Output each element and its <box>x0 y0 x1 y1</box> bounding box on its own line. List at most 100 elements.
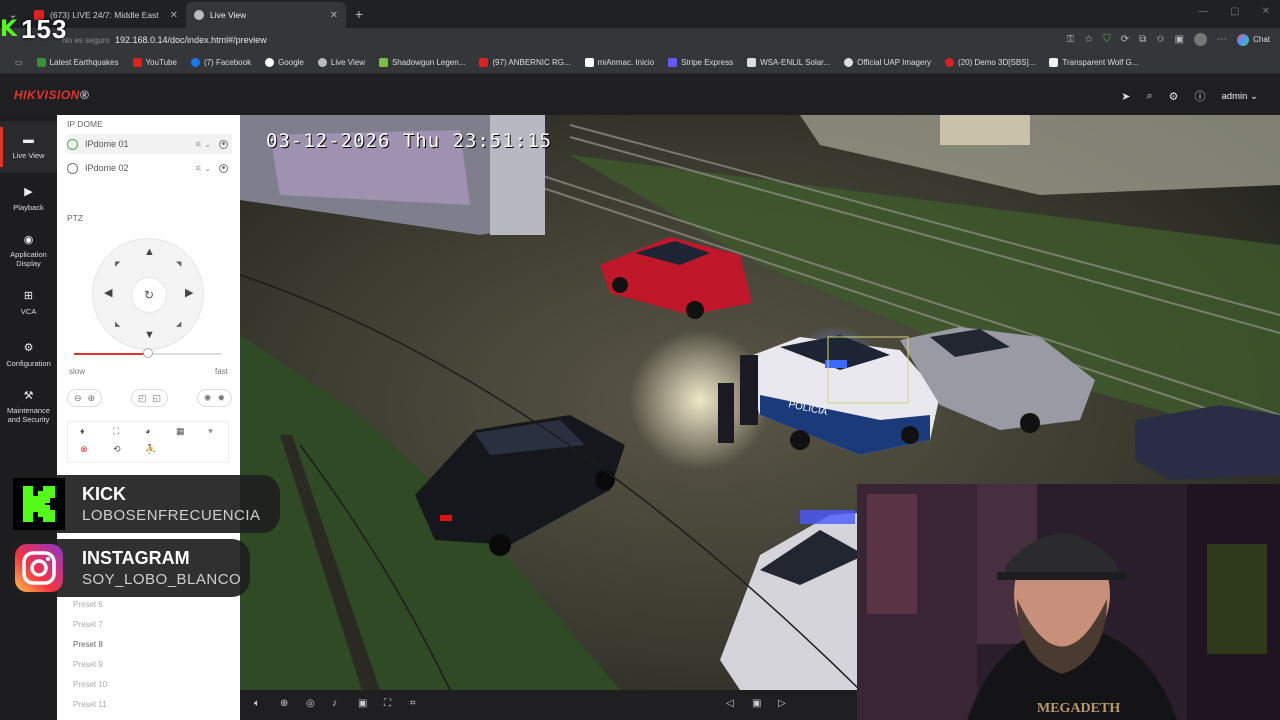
preset-item[interactable]: Preset 8 <box>67 635 229 655</box>
record-icon[interactable] <box>219 163 228 173</box>
bookmark-star-icon[interactable]: ☆ <box>1084 34 1093 45</box>
minimize-icon[interactable]: — <box>1198 6 1208 17</box>
apps-icon[interactable]: ▭ <box>8 58 30 67</box>
bookmark-item[interactable]: (97) ANBERNIC RG... <box>472 58 577 67</box>
extensions-icon[interactable]: ⧉ <box>1139 34 1146 45</box>
bookmark-item[interactable]: miAnmac. Inicio <box>578 58 661 67</box>
camera-status-icon <box>67 162 78 174</box>
shield-extension-icon[interactable]: ⛉ <box>1103 34 1111 45</box>
focus-near-icon[interactable]: ◰ <box>138 393 147 404</box>
zoom-in-icon[interactable]: ⊕ <box>88 393 96 404</box>
record-icon[interactable] <box>219 139 228 149</box>
key-icon[interactable]: ⚿ <box>1067 34 1075 45</box>
maximize-icon[interactable]: ▢ <box>1230 6 1239 17</box>
ptz-auto-scan-icon[interactable]: ↻ <box>131 277 167 313</box>
stream-select-icon[interactable]: ⚟ ⌄ <box>195 140 211 149</box>
bookmark-item[interactable]: (20) Demo 3D[SBS]... <box>938 58 1042 67</box>
ptz-down-icon[interactable]: ▼ <box>144 330 155 341</box>
bookmark-item[interactable]: WSA-ENLIL Solar... <box>740 58 837 67</box>
info-icon[interactable]: ⓘ <box>1195 88 1206 104</box>
focus-buttons[interactable]: ◰ ◱ <box>130 389 169 407</box>
iris-buttons[interactable]: ✺ ✹ <box>196 389 232 407</box>
settings-wrench-icon[interactable]: ⚙ <box>1169 90 1179 103</box>
ptz-down-right-icon[interactable]: ◢ <box>176 321 181 328</box>
capture-icon[interactable]: ◎ <box>306 698 315 709</box>
ptz-left-icon[interactable]: ◀ <box>104 288 112 299</box>
audio-mute-icon[interactable]: 🔈︎ <box>254 698 260 709</box>
stop-live-icon[interactable]: ▣ <box>752 698 761 709</box>
new-tab-icon[interactable]: + <box>346 6 372 22</box>
iris-open-icon[interactable]: ✺ <box>204 393 212 404</box>
ptz-up-left-icon[interactable]: ◤ <box>115 261 120 268</box>
preset-item[interactable]: Preset 10 <box>67 675 229 695</box>
menu-dots-icon[interactable]: ⋯ <box>1217 34 1227 45</box>
nav-vca[interactable]: ⊞ VCA <box>0 277 57 329</box>
bookmark-item[interactable]: Live View <box>311 58 372 67</box>
light-icon[interactable]: ♦ <box>80 426 85 436</box>
zoom-out-icon[interactable]: ⊖ <box>74 393 82 404</box>
nav-playback[interactable]: ▶ Playback <box>0 173 57 225</box>
ptz-down-left-icon[interactable]: ◣ <box>115 321 120 328</box>
bookmark-item[interactable]: Shadowgun Legen... <box>372 58 472 67</box>
browser-tab-live-view[interactable]: Live View ✕ <box>186 2 346 28</box>
wiper-icon[interactable]: ◕ <box>145 426 150 436</box>
close-tab-icon[interactable]: ✕ <box>170 10 178 21</box>
bookmark-item[interactable]: (7) Facebook <box>184 58 258 67</box>
ptz-right-icon[interactable]: ▶ <box>185 288 193 299</box>
preset-item[interactable]: Preset 7 <box>67 615 229 635</box>
profile-avatar[interactable] <box>1194 33 1208 46</box>
url-field[interactable]: 192.168.0.14/doc/index.html#/preview <box>115 35 267 45</box>
ptz-up-icon[interactable]: ▲ <box>144 247 155 258</box>
region-focus-icon[interactable]: ⛶ <box>384 698 391 709</box>
bookmark-item[interactable]: Latest Earthquakes <box>30 58 126 67</box>
camera-item[interactable]: IPdome 02 ⚟ ⌄ <box>67 158 232 178</box>
close-tab-icon[interactable]: ✕ <box>330 10 338 21</box>
ptz-up-right-icon[interactable]: ◥ <box>176 261 181 268</box>
copilot-chat-button[interactable]: Chat <box>1237 33 1270 46</box>
record-clip-icon[interactable]: ▣ <box>358 698 367 709</box>
manual-track-icon[interactable]: ⌖ <box>208 426 213 437</box>
kick-viewer-counter: K 153 <box>0 14 67 45</box>
preset-item[interactable]: Preset 11 <box>67 695 229 715</box>
bookmark-item[interactable]: YouTube <box>126 58 184 67</box>
digital-zoom-icon[interactable]: ⊕ <box>280 698 288 709</box>
person-track-icon[interactable]: ⛹ <box>145 444 156 455</box>
ptz-joystick[interactable]: ▲ ▼ ◀ ▶ ◤ ◥ ◣ ◢ ↻ <box>92 238 204 350</box>
microphone-icon[interactable]: ♪ <box>332 698 337 709</box>
close-window-icon[interactable]: ✕ <box>1262 6 1270 17</box>
focus-far-icon[interactable]: ◱ <box>153 393 162 404</box>
nav-live-view[interactable]: ▬ Live View <box>0 121 57 173</box>
grid-icon[interactable]: ▦ <box>176 426 185 437</box>
preset-item[interactable]: Preset 6 <box>67 595 229 615</box>
collections-icon[interactable]: ▣ <box>1175 34 1184 45</box>
lens-controls: ⊖ ⊕ ◰ ◱ ✺ ✹ <box>67 389 232 407</box>
favorites-icon[interactable]: ✩ <box>1156 34 1164 45</box>
previous-icon[interactable]: ◁ <box>726 698 734 709</box>
ptz-speed-slider[interactable] <box>74 348 222 358</box>
region-exposure-icon[interactable]: ⌗ <box>410 698 416 709</box>
slider-knob[interactable] <box>143 348 153 358</box>
bookmark-item[interactable]: Official UAP Imagery <box>837 58 938 67</box>
bookmark-item[interactable]: Google <box>258 58 311 67</box>
nav-maintenance[interactable]: ⚒ Maintenance and Security <box>0 381 57 433</box>
next-icon[interactable]: ▷ <box>778 698 786 709</box>
bookmark-item[interactable]: Stripe Express <box>661 58 740 67</box>
user-menu[interactable]: admin ⌄ <box>1222 91 1258 102</box>
nav-configuration[interactable]: ⚙ Configuration <box>0 329 57 381</box>
iris-close-icon[interactable]: ✹ <box>217 393 225 404</box>
search-icon[interactable]: ⌕ <box>1146 90 1152 103</box>
address-bar: No es seguro 192.168.0.14/doc/index.html… <box>0 28 1280 52</box>
security-status[interactable]: No es seguro <box>62 36 110 45</box>
zoom-buttons[interactable]: ⊖ ⊕ <box>67 389 103 407</box>
park-icon[interactable]: ⟲ <box>113 444 121 455</box>
3d-position-icon[interactable]: ⛶ <box>113 426 119 437</box>
bookmark-item[interactable]: Transparent Wolf G... <box>1042 58 1145 67</box>
camera-item[interactable]: IPdome 01 ⚟ ⌄ <box>67 134 232 154</box>
bookmark-favicon-icon <box>1049 58 1059 67</box>
nav-application-display[interactable]: ◉ Application Display <box>0 225 57 277</box>
stream-select-icon[interactable]: ⚟ ⌄ <box>195 164 211 173</box>
send-icon[interactable]: ➤ <box>1121 90 1130 103</box>
preset-item[interactable]: Preset 9 <box>67 655 229 675</box>
zoom-area-icon[interactable]: ⊗ <box>80 444 88 455</box>
refresh-extension-icon[interactable]: ⟳ <box>1121 34 1129 45</box>
